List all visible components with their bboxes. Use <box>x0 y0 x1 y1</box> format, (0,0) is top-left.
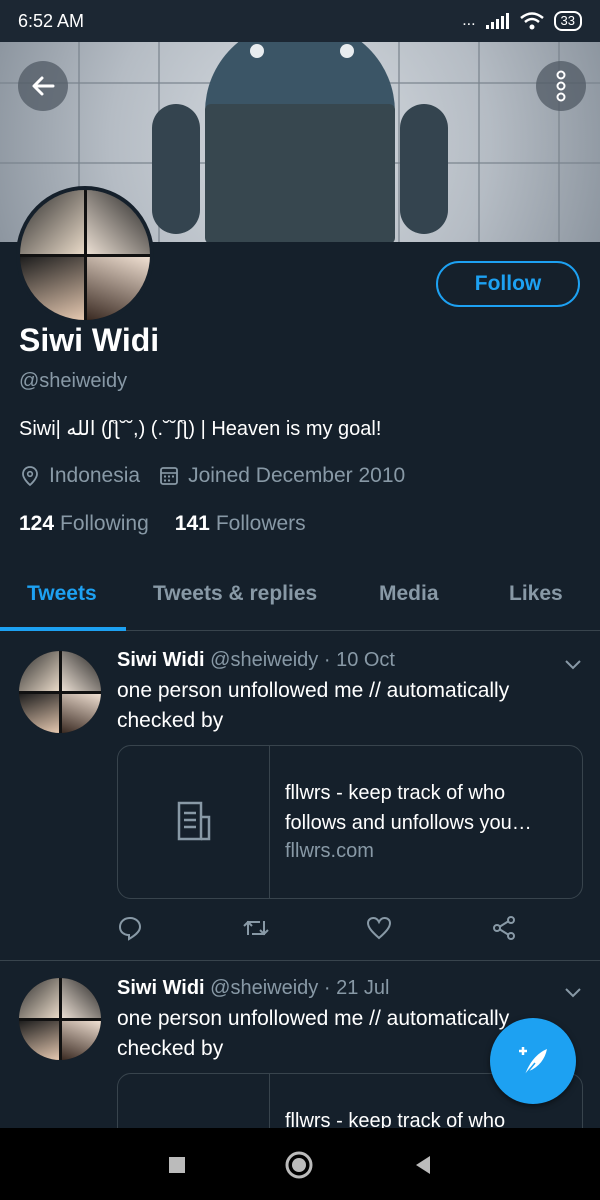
reply-icon[interactable] <box>117 915 143 941</box>
status-dots: ... <box>462 12 476 29</box>
wifi-icon <box>519 12 544 30</box>
home-button[interactable] <box>284 1150 314 1180</box>
tab-tweets[interactable]: Tweets <box>27 582 97 606</box>
status-icons: ... 33 <box>462 11 582 31</box>
more-vertical-icon <box>556 70 566 102</box>
profile-tabs: Tweets Tweets & replies Media Likes <box>0 570 600 631</box>
back-button[interactable] <box>18 61 68 111</box>
system-nav-bar <box>0 1128 600 1200</box>
tab-likes[interactable]: Likes <box>509 582 563 606</box>
document-icon <box>177 801 210 841</box>
retweet-icon[interactable] <box>242 915 269 941</box>
calendar-icon <box>160 467 178 485</box>
circle-icon <box>285 1151 313 1179</box>
triangle-back-icon <box>416 1156 430 1174</box>
profile-joined: Joined December 2010 <box>188 464 406 487</box>
status-time: 6:52 AM <box>18 10 85 31</box>
profile-bio: Siwi| الله (ʃƪ˘˘,) (.˘˘ʃƪ) | Heaven is m… <box>19 418 382 440</box>
tweet-avatar[interactable] <box>19 978 101 1060</box>
square-icon <box>169 1157 185 1173</box>
profile-counts: 124 Following 141 Followers <box>19 512 306 536</box>
profile-name: Siwi Widi <box>19 322 160 358</box>
tweet-header: Siwi Widi @sheiweidy · 10 Oct <box>117 649 395 672</box>
followers-count: 141 <box>174 512 210 535</box>
card-thumbnail <box>118 746 270 898</box>
card-domain: fllwrs.com <box>285 840 374 862</box>
battery-icon: 33 <box>553 11 582 31</box>
signal-icon <box>485 13 509 29</box>
following-label: Following <box>60 512 149 535</box>
following-count: 124 <box>19 512 55 535</box>
tweet-author-name: Siwi Widi <box>117 649 205 671</box>
location-icon <box>22 466 38 487</box>
follow-button[interactable]: Follow <box>436 261 580 307</box>
card-title: fllwrs - keep track of who <box>285 1110 506 1128</box>
followers-link[interactable]: 141 Followers <box>175 512 306 536</box>
tab-tweets-replies[interactable]: Tweets & replies <box>153 582 317 606</box>
tweet-header: Siwi Widi @sheiweidy · 21 Jul <box>117 977 389 1000</box>
compose-tweet-button[interactable] <box>490 1018 576 1104</box>
profile-location: Indonesia <box>49 464 141 487</box>
banner-robot-arm <box>152 104 200 234</box>
status-bar: 6:52 AM ... 33 <box>0 0 600 42</box>
profile-meta: Indonesia Joined December 2010 <box>19 464 405 488</box>
tweet[interactable]: Siwi Widi @sheiweidy · 10 Oct one person… <box>0 631 600 961</box>
share-icon[interactable] <box>491 915 517 941</box>
compose-feather-icon <box>519 1047 547 1076</box>
followers-label: Followers <box>215 512 306 535</box>
chevron-down-icon[interactable] <box>562 981 584 1003</box>
tweet-actions <box>117 915 517 941</box>
tab-media[interactable]: Media <box>379 582 439 606</box>
more-options-button[interactable] <box>536 61 586 111</box>
like-icon[interactable] <box>366 915 392 941</box>
tweet-meta: @sheiweidy · 10 Oct <box>210 649 395 671</box>
tweet-avatar[interactable] <box>19 651 101 733</box>
banner-robot-arm <box>400 104 448 234</box>
tweet-author-name: Siwi Widi <box>117 977 205 999</box>
banner-robot-eye <box>250 44 264 58</box>
following-link[interactable]: 124 Following <box>19 512 149 536</box>
banner-robot-eye <box>340 44 354 58</box>
card-title: fllwrs - keep track of who follows and u… <box>285 782 532 834</box>
card-thumbnail <box>118 1074 270 1128</box>
banner-robot-head <box>205 42 395 112</box>
tweet-meta: @sheiweidy · 21 Jul <box>210 977 390 999</box>
tweet-text: one person unfollowed me // automaticall… <box>117 679 510 732</box>
chevron-down-icon[interactable] <box>562 653 584 675</box>
back-nav-button[interactable] <box>408 1150 438 1180</box>
recent-apps-button[interactable] <box>162 1150 192 1180</box>
back-arrow-icon <box>32 76 55 96</box>
profile-avatar[interactable] <box>16 186 154 324</box>
profile-handle: @sheiweidy <box>19 370 128 392</box>
link-card[interactable]: fllwrs - keep track of who follows and u… <box>117 745 583 899</box>
banner-robot-body <box>205 104 395 242</box>
